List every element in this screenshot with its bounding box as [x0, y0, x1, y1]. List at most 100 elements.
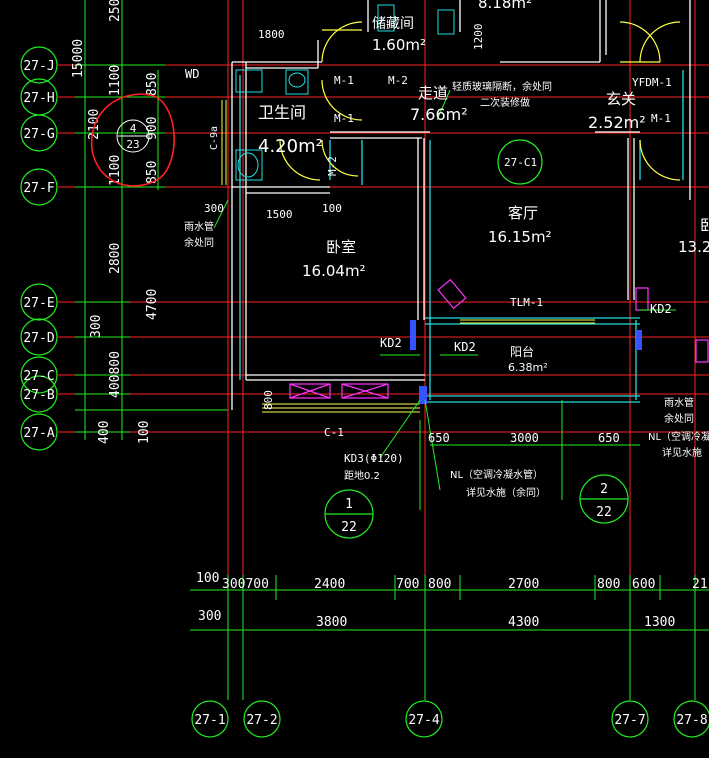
bdim-800-b: 800 [597, 577, 620, 592]
bedroom-area: 16.04m² [302, 262, 366, 280]
dim-1500: 1500 [266, 208, 293, 221]
kd2-label-b: KD2 [380, 336, 402, 350]
kd2-label-a: KD2 [650, 302, 672, 316]
axis-label-1: 27-1 [194, 713, 225, 728]
dim-800-v: 800 [262, 390, 275, 410]
dim-1200: 1200 [472, 24, 485, 51]
axis-label-e: 27-E [23, 296, 54, 311]
bdim-2700: 2700 [508, 577, 539, 592]
axis-label-h: 27-H [23, 91, 54, 106]
dim-650-b: 650 [598, 431, 620, 445]
right-room-area: 13.2 [678, 238, 709, 256]
door-m2-a: M-2 [388, 74, 408, 87]
axis-c1-label: 27-C1 [504, 156, 537, 169]
door-m2-b: M-2 [326, 156, 339, 176]
living-area: 16.15m² [488, 228, 552, 246]
bathroom-area: 4.20m² [258, 136, 323, 157]
dim-850-a: 850 [145, 73, 160, 96]
storage-area: 1.60m² [372, 36, 426, 54]
red-markup-circle: 4 23 [90, 93, 175, 187]
dim-top-partial: 250 [108, 0, 123, 22]
dim-1800: 1800 [258, 28, 285, 41]
right-rain-1: 雨水管 [664, 396, 694, 409]
ref2-num: 2 [600, 482, 608, 497]
axis-label-2: 27-2 [246, 713, 277, 728]
dim-400: 400 [97, 421, 112, 444]
rain-pipe-note: 余处同 [184, 236, 214, 249]
cad-drawing-canvas[interactable]: 27-J 27-H 27-G 27-F 27-E 27-D 27-C 27-B … [0, 0, 709, 758]
bdim-600: 600 [632, 577, 655, 592]
kd2-label-c: KD2 [454, 340, 476, 354]
living-name: 客厅 [508, 204, 538, 222]
axis-label-g: 27-G [23, 127, 54, 142]
door-m1-c: M-1 [651, 112, 671, 125]
dim-300-note: 300 [204, 202, 224, 215]
foyer-area: 2.52m² [588, 113, 646, 132]
dim-100: 100 [137, 421, 152, 444]
corridor-name: 走道 [418, 84, 448, 102]
markup-den: 23 [126, 138, 139, 151]
kd3-label: KD3(Φ120) [344, 452, 404, 465]
bdim-21: 21 [692, 577, 708, 592]
dim-4700: 4700 [145, 289, 160, 320]
bedroom-name: 卧室 [326, 238, 356, 256]
storage-name: 储藏间 [372, 16, 414, 32]
dim-400800: 400800 [108, 351, 123, 398]
glass-note-2: 二次装修做 [480, 96, 530, 109]
nl-label-2: 详见水施（余同） [466, 486, 546, 499]
storage-top-area: 8.18m² [478, 0, 532, 12]
nl-label-1: NL（空调冷凝水管） [450, 468, 543, 481]
bdim-2400: 2400 [314, 577, 345, 592]
foyer-name: 玄关 [606, 90, 636, 108]
bdim-100: 100 [196, 571, 219, 586]
bdim-3800: 3800 [316, 615, 347, 630]
door-m1-b: M-1 [334, 112, 354, 125]
axis-label-b: 27-B [23, 388, 54, 403]
balcony-area: 6.38m² [508, 361, 548, 374]
bdim-800-a: 800 [428, 577, 451, 592]
ref2-den: 22 [596, 505, 612, 520]
right-room-name: 卧 [700, 216, 709, 234]
dim-1100-a: 1100 [108, 65, 123, 96]
dim-300: 300 [89, 315, 104, 338]
dim-850-b: 850 [145, 161, 160, 184]
ref1-den: 22 [341, 520, 357, 535]
right-rain-2: 余处同 [664, 412, 694, 425]
bdim-4300: 4300 [508, 615, 539, 630]
bdim-300: 300 [198, 609, 221, 624]
bathroom-name: 卫生间 [258, 103, 306, 122]
dim-3000: 3000 [510, 431, 539, 445]
axis-label-7: 27-7 [614, 713, 645, 728]
dim-total: 15000 [71, 39, 86, 78]
window-c1: C-1 [324, 426, 344, 439]
c9-label: C-9a [209, 126, 220, 150]
left-dimension-lines [75, 0, 228, 440]
door-m1-a: M-1 [334, 74, 354, 87]
bdim-700: 700 [396, 577, 419, 592]
bdim-1300: 1300 [644, 615, 675, 630]
balcony-name: 阳台 [510, 344, 534, 359]
axis-label-4: 27-4 [408, 713, 439, 728]
axis-label-8: 27-8 [676, 713, 707, 728]
axis-label-a: 27-A [23, 426, 54, 441]
right-nl-1: NL（空调冷凝 [648, 430, 709, 443]
axis-label-j: 27-J [23, 59, 54, 74]
floor-plan-svg: 27-J 27-H 27-G 27-F 27-E 27-D 27-C 27-B … [20, 0, 709, 738]
bdim-300700: 300700 [222, 577, 269, 592]
right-nl-2: 详见水施（余 [662, 446, 709, 459]
axis-label-c: 27-C [23, 369, 54, 384]
rain-pipe-label: 雨水管 [184, 220, 214, 233]
dim-650-a: 650 [428, 431, 450, 445]
dim-2800: 2800 [108, 243, 123, 274]
corridor-area: 7.66m² [410, 105, 468, 124]
bottom-dimension-lines [190, 575, 709, 700]
markup-num: 4 [130, 122, 137, 135]
tlm-label: TLM-1 [510, 296, 543, 309]
axis-label-f: 27-F [23, 181, 54, 196]
glass-note-1: 轻质玻璃隔断，余处同 [452, 80, 552, 93]
dim-100-note: 100 [322, 202, 342, 215]
axis-label-d: 27-D [23, 331, 54, 346]
wd-label: WD [185, 67, 199, 81]
ref1-num: 1 [345, 497, 353, 512]
kd3-note: 距地0.2 [344, 469, 380, 482]
